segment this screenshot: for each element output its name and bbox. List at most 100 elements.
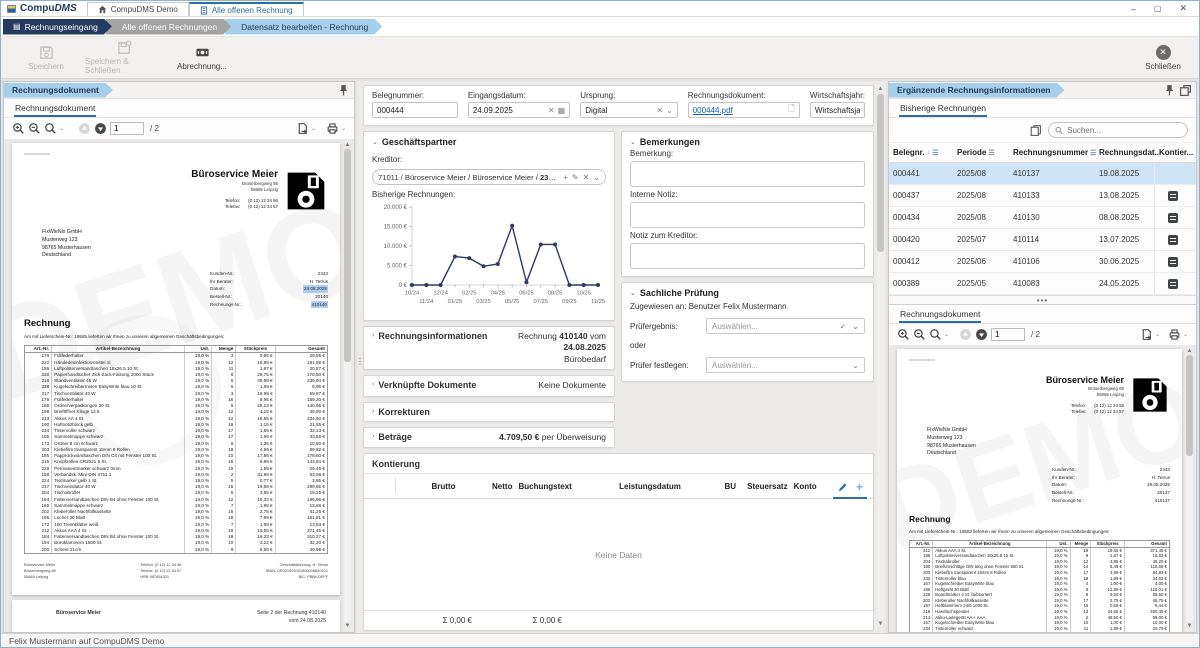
breadcrumb: ▤ Rechnungseingang Alle offenen Rechnung…: [1, 17, 1199, 37]
titlebar: CompuDMS CompuDMS Demo Alle offenen Rech…: [1, 1, 1199, 17]
page-number-input[interactable]: [991, 328, 1025, 341]
chevron-down-icon: ⌄: [1155, 331, 1160, 338]
bemerkung-textarea[interactable]: [630, 161, 865, 187]
previous-page-icon[interactable]: [78, 122, 91, 135]
left-splitter-handle[interactable]: ⋮: [357, 357, 364, 366]
filter-icon[interactable]: ☰: [932, 149, 938, 157]
notiz-kreditor-textarea[interactable]: [630, 243, 865, 269]
print-icon[interactable]: [1168, 328, 1181, 341]
home-icon: [98, 5, 107, 14]
edit-rows-icon[interactable]: [837, 482, 848, 493]
center-scrollbar[interactable]: ▲▼: [876, 85, 885, 629]
oder-label: oder: [630, 341, 865, 350]
calendar-icon[interactable]: ▦: [558, 106, 566, 115]
pruefergebnis-select[interactable]: Auswählen... ✓⌄: [706, 318, 865, 334]
table-row[interactable]: 000389 2025/05 410083 24.05.2025: [889, 273, 1196, 295]
next-page-icon[interactable]: [94, 122, 107, 135]
filter-icon[interactable]: ☰: [988, 149, 994, 157]
close-circle-icon: ✕: [1156, 45, 1171, 60]
export-pdf-icon[interactable]: [296, 122, 309, 135]
chevron-down-icon[interactable]: ⌄: [666, 106, 673, 115]
minimize-button[interactable]: –: [1131, 4, 1136, 14]
horizontal-splitter[interactable]: •••: [889, 295, 1196, 304]
table-row[interactable]: 000441 2025/08 410137 19.08.2025: [889, 163, 1196, 185]
eingangsdatum-input[interactable]: [473, 106, 545, 115]
next-page-icon[interactable]: [975, 328, 988, 341]
invoice-company-name: Büroservice Meier: [1046, 375, 1124, 385]
svg-text:02/25: 02/25: [462, 291, 477, 297]
sachliche-pruefung-card: ⌄Sachliche Prüfung Zugewiesen an: Benutz…: [621, 282, 874, 382]
close-record-button[interactable]: ✕ Schließen: [1133, 39, 1193, 76]
popout-icon[interactable]: [1179, 84, 1192, 97]
print-icon[interactable]: [326, 122, 339, 135]
breadcrumb-datensatz-bearbeiten[interactable]: Datensatz bearbeiten - Rechnung: [225, 19, 382, 35]
close-window-button[interactable]: ✕: [1179, 3, 1187, 14]
zoom-in-icon[interactable]: [12, 122, 25, 135]
sachliche-pruefung-header[interactable]: ⌄Sachliche Prüfung: [622, 283, 873, 300]
app-tab-invoices[interactable]: Alle offenen Rechnung: [189, 2, 304, 16]
section-betraege[interactable]: › Beträge 4.709,50 € per Überweisung: [363, 427, 615, 448]
breadcrumb-alle-offenen-rechnungen[interactable]: Alle offenen Rechnungen: [106, 19, 231, 35]
ursprung-select[interactable]: [585, 106, 653, 115]
bemerkungen-header[interactable]: ⌄Bemerkungen: [622, 132, 873, 149]
breadcrumb-rechnungseingang[interactable]: ▤ Rechnungseingang: [3, 19, 112, 35]
zoom-out-icon[interactable]: [913, 328, 926, 341]
invoice-intro: Am mit Lieferschein-Nr.: 19585 lieferten…: [24, 334, 328, 339]
table-row[interactable]: 000437 2025/08 410133 13.08.2025: [889, 185, 1196, 207]
edit-icon[interactable]: ✎: [572, 173, 579, 182]
zoom-in-icon[interactable]: [897, 328, 910, 341]
maximize-button[interactable]: ▢: [1154, 4, 1162, 13]
belegnummer-input[interactable]: [377, 106, 453, 115]
wirtschaftsjahr-input[interactable]: [815, 106, 860, 115]
previous-page-icon[interactable]: [959, 328, 972, 341]
kontierung-icon: [1168, 213, 1178, 223]
search-field[interactable]: [1048, 122, 1188, 138]
table-row[interactable]: 000434 2025/08 410130 08.08.2025: [889, 207, 1196, 229]
table-row[interactable]: 000412 2025/06 410106 30.06.2025: [889, 251, 1196, 273]
clear-icon[interactable]: ✕: [583, 173, 590, 182]
field-rechnungsdokument: Rechnungsdokument: 000444.pdf🗋: [688, 91, 800, 118]
zoom-mode-icon[interactable]: [929, 328, 942, 341]
invoice-meta: Kunden-Nr.:2343Ihr Berater:H. TetrusDatu…: [1052, 466, 1170, 504]
pin-icon[interactable]: [337, 84, 350, 97]
invoice-page-2-preview: Büroservice Meier Seite 2 der Rechnung 4…: [12, 600, 340, 632]
tab-rechnungsdokument-right[interactable]: Rechnungsdokument: [899, 306, 981, 323]
zoom-out-icon[interactable]: [28, 122, 41, 135]
add-row-icon[interactable]: +: [856, 480, 863, 494]
geschaeftspartner-header[interactable]: ⌄Geschäftspartner: [364, 132, 614, 149]
clear-icon[interactable]: ✕: [548, 106, 555, 115]
add-icon[interactable]: +: [563, 173, 568, 182]
save-button[interactable]: Speichern: [7, 39, 85, 76]
chevron-down-icon[interactable]: ⌄: [593, 173, 600, 182]
billing-button[interactable]: Abrechnung...: [163, 39, 241, 76]
svg-text:0 €: 0 €: [399, 283, 408, 289]
left-doc-scrollbar[interactable]: ▲▼: [343, 141, 352, 630]
zoom-mode-icon[interactable]: [44, 122, 57, 135]
tab-rechnungsdokument[interactable]: Rechnungsdokument: [14, 100, 96, 117]
section-verknuepfte-dokumente[interactable]: › Verknüpfte Dokumente Keine Dokumente: [363, 375, 615, 396]
kreditor-combobox[interactable]: 71011 / Büroservice Meier / Büroservice …: [372, 169, 606, 185]
pin-icon[interactable]: [1163, 84, 1176, 97]
search-input[interactable]: [1067, 126, 1181, 135]
interne-notiz-textarea[interactable]: [630, 202, 865, 228]
page-count-label: / 2: [150, 124, 159, 133]
save-and-close-button[interactable]: Speichern & Schließen: [85, 39, 163, 76]
page-number-input[interactable]: [110, 122, 144, 135]
export-pdf-icon[interactable]: [1140, 328, 1153, 341]
rechnungsdokument-link[interactable]: 000444.pdf: [693, 106, 733, 115]
right-doc-scrollbar[interactable]: ▲▼: [1185, 347, 1194, 630]
invoice-page-1: DEMO Büroservice Meier Brüserbergweg 85 …: [12, 143, 340, 595]
clear-icon[interactable]: ✕: [656, 106, 663, 115]
section-rechnungsinformationen[interactable]: › Rechnungsinformationen Rechnung 410140…: [363, 326, 615, 370]
kontierung-table-header: Brutto Netto Buchungstext Leistungsdatum…: [364, 473, 873, 499]
chevron-down-icon: ⌄: [1183, 331, 1188, 338]
section-korrekturen[interactable]: › Korrekturen: [363, 402, 615, 422]
app-tab-home[interactable]: CompuDMS Demo: [87, 2, 189, 16]
left-panel-title: Rechnungsdokument: [4, 83, 113, 98]
copy-icon[interactable]: [1029, 124, 1042, 137]
file-icon[interactable]: 🗋: [788, 103, 794, 117]
tab-bisherige-rechnungen[interactable]: Bisherige Rechnungen: [899, 100, 987, 117]
sort-desc-icon[interactable]: ↓: [927, 149, 931, 156]
pruefer-select[interactable]: Auswählen... ⌄: [706, 357, 865, 373]
table-row[interactable]: 000420 2025/07 410114 13.07.2025: [889, 229, 1196, 251]
